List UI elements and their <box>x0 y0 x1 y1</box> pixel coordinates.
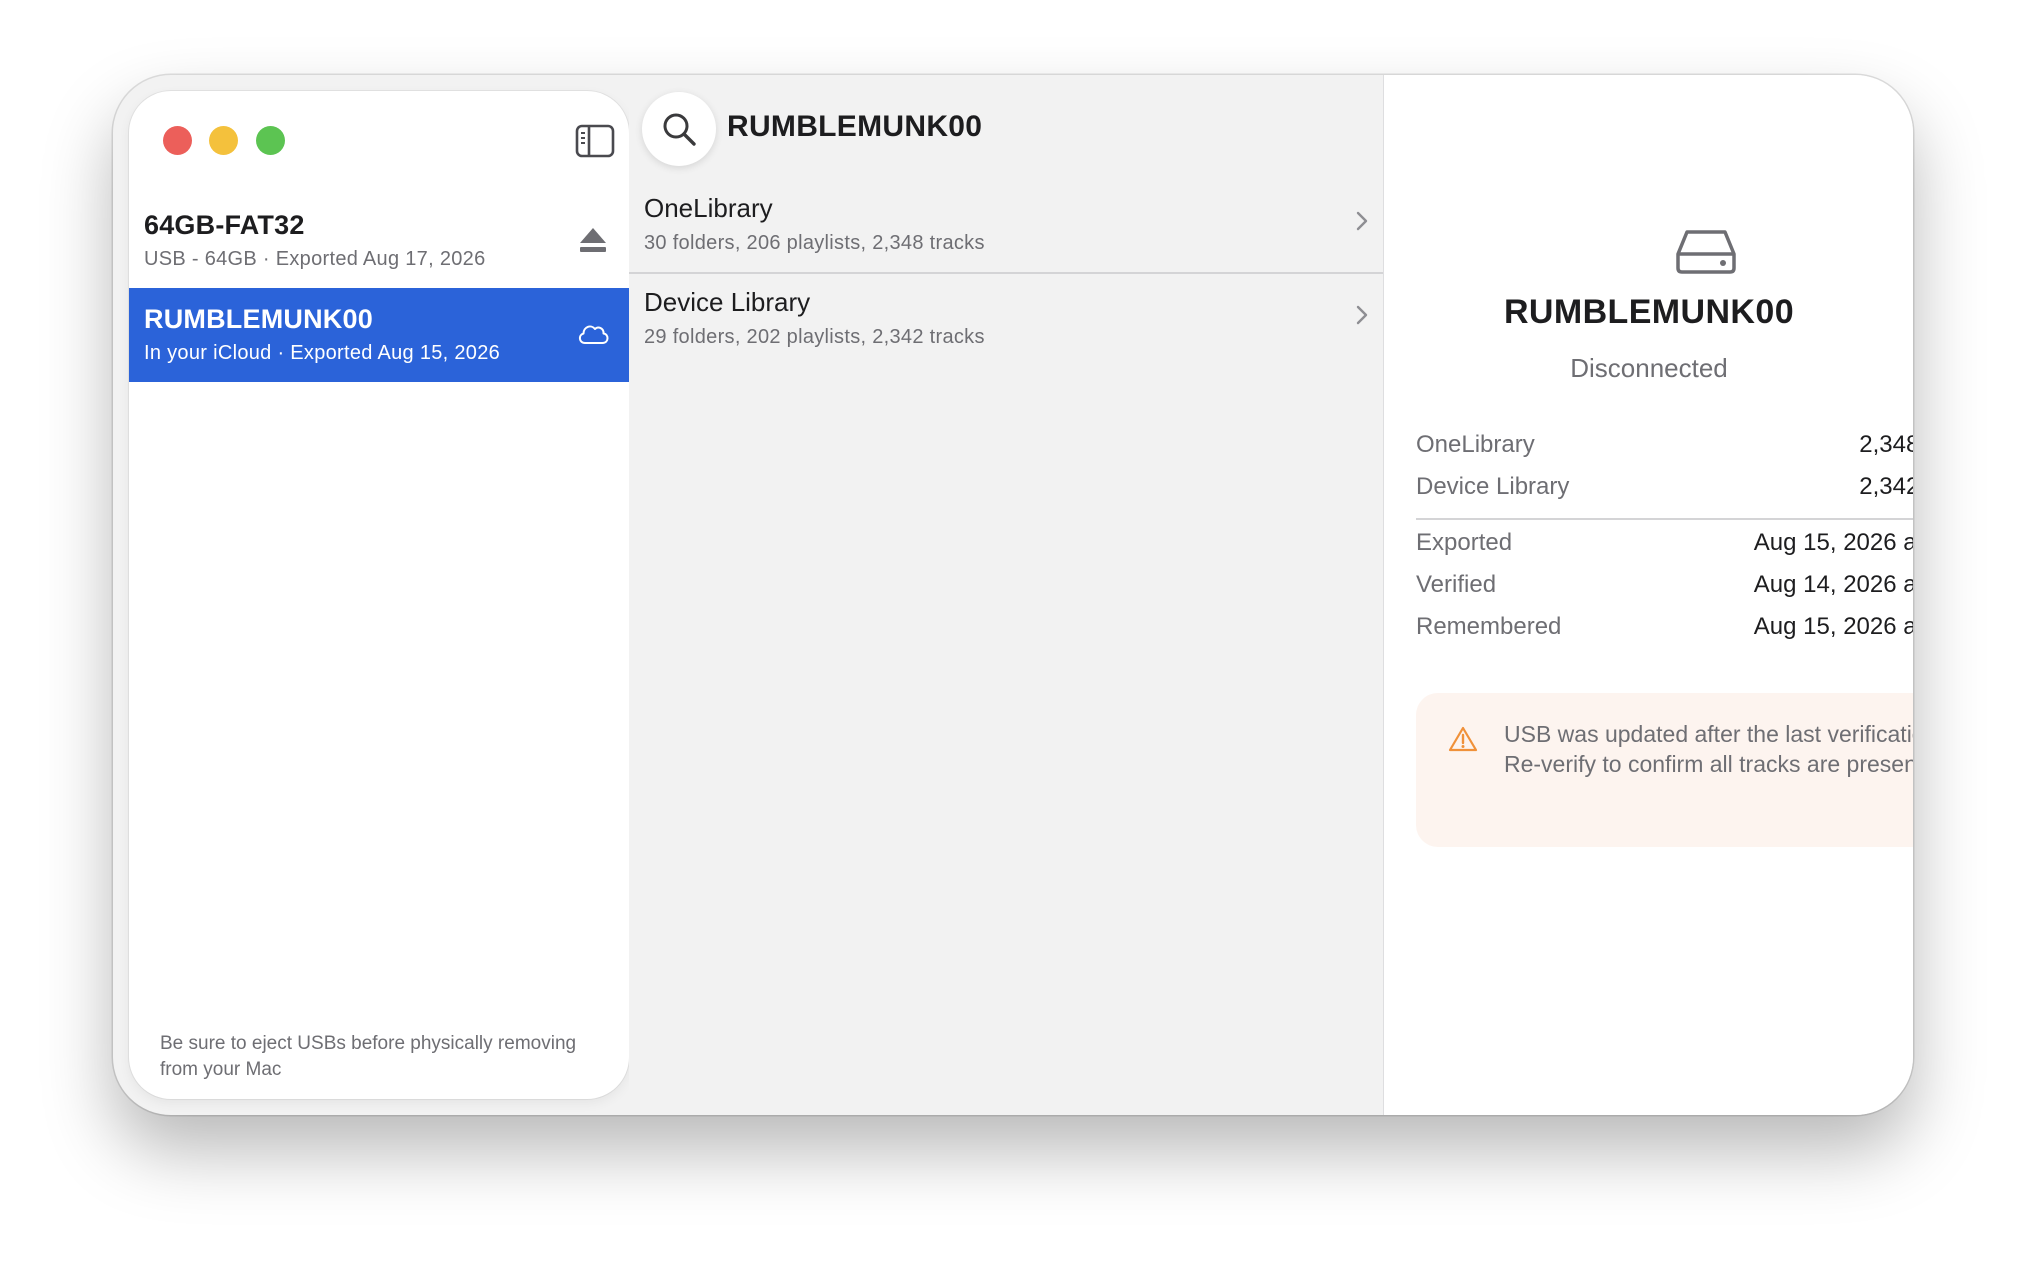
exported-row: Exported Aug 15, 2026 at 19:16 <box>1416 529 1913 565</box>
detail-pane: RUMBLEMUNK00 Disconnected OneLibrary 2,3… <box>1383 75 1913 1115</box>
row-label: OneLibrary <box>1416 431 1535 458</box>
verification-warning: USB was updated after the last verificat… <box>1416 693 1913 847</box>
verified-row: Verified Aug 14, 2026 at 13:28 <box>1416 571 1913 607</box>
sidebar-toggle-icon[interactable] <box>575 124 615 158</box>
device-name: RUMBLEMUNK00 <box>144 304 373 334</box>
device-row-rumblemunk00[interactable]: RUMBLEMUNK00 In your iCloud · Exported A… <box>129 288 629 382</box>
row-label: Exported <box>1416 529 1513 556</box>
row-label: Remembered <box>1416 613 1562 640</box>
search-button[interactable] <box>642 92 716 166</box>
cloud-icon <box>578 325 609 344</box>
library-summary: 30 folders, 206 playlists, 2,348 tracks <box>644 232 985 254</box>
connection-status: Disconnected <box>1570 353 1728 383</box>
sidebar: 64GB-FAT32 USB - 64GB · Exported Aug 17,… <box>129 91 629 1099</box>
onelibrary-count-row: OneLibrary 2,348 tracks <box>1416 431 1913 467</box>
library-name: OneLibrary <box>644 193 773 223</box>
search-icon <box>663 113 696 146</box>
device-library-count-row: Device Library 2,342 tracks <box>1416 473 1913 509</box>
row-label: Verified <box>1416 571 1497 598</box>
warning-message: USB was updated after the last verificat… <box>1504 721 1913 777</box>
device-row-64gb-fat32[interactable]: 64GB-FAT32 USB - 64GB · Exported Aug 17,… <box>129 194 629 288</box>
app-window: 64GB-FAT32 USB - 64GB · Exported Aug 17,… <box>113 75 1913 1115</box>
zoom-button[interactable] <box>256 126 285 155</box>
row-value: Aug 15, 2026 at 20:03 <box>1753 613 1913 640</box>
eject-reminder-text: Be sure to eject USBs before physically … <box>160 1033 577 1080</box>
section-divider <box>1416 518 1913 520</box>
device-title: RUMBLEMUNK00 <box>1503 293 1795 331</box>
chevron-right-icon <box>1356 305 1368 325</box>
warning-icon <box>1448 726 1478 752</box>
remembered-row: Remembered Aug 15, 2026 at 20:03 <box>1416 613 1913 649</box>
row-label: Device Library <box>1416 473 1570 500</box>
page-title: RUMBLEMUNK00 <box>727 110 983 143</box>
library-name: Device Library <box>644 287 811 317</box>
library-summary: 29 folders, 202 playlists, 2,342 tracks <box>644 326 985 348</box>
row-value: Aug 15, 2026 at 19:16 <box>1753 529 1913 556</box>
close-button[interactable] <box>163 126 192 155</box>
row-value: 2,342 tracks <box>1859 473 1913 500</box>
device-name: 64GB-FAT32 <box>144 210 305 240</box>
library-row-onelibrary[interactable]: OneLibrary 30 folders, 206 playlists, 2,… <box>629 178 1383 272</box>
device-subtitle: In your iCloud · Exported Aug 15, 2026 <box>144 342 501 364</box>
row-value: 2,348 tracks <box>1859 431 1913 458</box>
device-subtitle: USB - 64GB · Exported Aug 17, 2026 <box>144 248 486 270</box>
drive-icon <box>1676 230 1736 274</box>
library-row-device-library[interactable]: Device Library 29 folders, 202 playlists… <box>629 272 1383 366</box>
chevron-right-icon <box>1356 211 1368 231</box>
minimize-button[interactable] <box>209 126 238 155</box>
eject-icon[interactable] <box>575 224 611 256</box>
row-value: Aug 14, 2026 at 13:28 <box>1753 571 1913 598</box>
library-list-pane: RUMBLEMUNK00 OneLibrary 30 folders, 206 … <box>629 75 1383 1115</box>
